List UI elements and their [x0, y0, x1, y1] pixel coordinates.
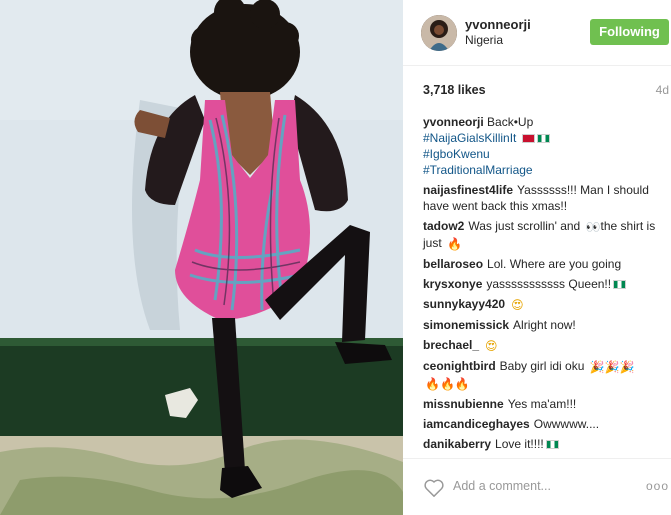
- comment-username[interactable]: sunnykayy420: [423, 297, 505, 311]
- comments-list: yvonneorji Back•Up #NaijaGialsKillinIt #…: [423, 114, 669, 456]
- caption: yvonneorji Back•Up #NaijaGialsKillinIt #…: [423, 114, 669, 178]
- comment-text: Yes ma'am!!!: [507, 397, 577, 411]
- comment-username[interactable]: danikaberry: [423, 437, 491, 451]
- comment-username[interactable]: simonemissick: [423, 318, 509, 332]
- comment-item: missnubienne Yes ma'am!!!: [423, 396, 669, 412]
- avatar[interactable]: [421, 15, 457, 51]
- header-username[interactable]: yvonneorji: [465, 17, 531, 32]
- heart-outline-icon[interactable]: [423, 478, 445, 498]
- heart-eyes-icon: 😍: [511, 298, 524, 312]
- comment-item: simonemissick Alright now!: [423, 317, 669, 333]
- avatar-image: [421, 15, 457, 51]
- nigeria-flag-icon: [613, 280, 627, 289]
- photo-illustration: [0, 0, 403, 515]
- caption-text: Back•Up: [487, 115, 534, 129]
- comment-item: iamcandiceghayes Owwwww....: [423, 416, 669, 432]
- comment-item: bellaroseo Lol. Where are you going: [423, 256, 669, 272]
- comment-username[interactable]: missnubienne: [423, 397, 504, 411]
- add-comment-input[interactable]: Add a comment...: [453, 479, 551, 493]
- comment-username[interactable]: brechael_: [423, 338, 479, 352]
- comment-item: danikaberry Love it!!!!: [423, 436, 669, 452]
- post-details-panel: yvonneorji Nigeria Following 3,718 likes…: [403, 0, 671, 515]
- comment-username[interactable]: iamcandiceghayes: [423, 417, 530, 431]
- hashtag-link[interactable]: #NaijaGialsKillinIt: [423, 130, 669, 146]
- comment-text: yasssssssssss Queen!!: [486, 277, 612, 291]
- post-footer: Add a comment... ooo: [403, 458, 671, 515]
- fire-icon: 🔥: [447, 237, 462, 251]
- comment-item: naijasfinest4life Yassssss!!! Man I shoul…: [423, 182, 669, 214]
- comment-item: brechael_ 😍: [423, 337, 669, 354]
- comment-item: krysxonye yasssssssssss Queen!!: [423, 276, 669, 292]
- post-header: yvonneorji Nigeria Following: [403, 0, 671, 66]
- comment-item: tadow2 Was just scrollin' and 👀the shirt …: [423, 218, 669, 252]
- nigeria-flag-icon: [536, 134, 550, 143]
- post-photo[interactable]: [0, 0, 403, 515]
- comment-username[interactable]: krysxonye: [423, 277, 482, 291]
- eyes-icon: 👀: [585, 220, 601, 234]
- comment-text: Was just scrollin' and: [468, 219, 581, 233]
- header-location[interactable]: Nigeria: [465, 33, 503, 47]
- likes-count[interactable]: 3,718 likes: [423, 83, 486, 97]
- comment-text: Alright now!: [513, 318, 576, 332]
- comment-username[interactable]: tadow2: [423, 219, 464, 233]
- more-options-icon[interactable]: ooo: [646, 479, 669, 493]
- caption-username[interactable]: yvonneorji: [423, 115, 484, 129]
- comment-text: Love it!!!!: [495, 437, 544, 451]
- comment-text: Baby girl idi oku: [499, 359, 585, 373]
- fire-icon: 🔥🔥🔥: [425, 377, 470, 391]
- hashtag-link[interactable]: #IgboKwenu: [423, 146, 669, 162]
- comment-username[interactable]: ceonightbird: [423, 359, 496, 373]
- nigeria-flag-icon: [545, 440, 559, 449]
- comment-item: sunnykayy420 😍: [423, 296, 669, 313]
- heart-eyes-icon: 😍: [485, 339, 498, 353]
- post-age[interactable]: 4d: [656, 83, 669, 97]
- comment-text: Owwwww....: [533, 417, 600, 431]
- party-icon: 🎉🎉🎉: [589, 360, 635, 374]
- comment-username[interactable]: naijasfinest4life: [423, 183, 513, 197]
- comment-item: ceonightbird Baby girl idi oku 🎉🎉🎉 🔥🔥🔥: [423, 358, 669, 392]
- comment-username[interactable]: bellaroseo: [423, 257, 483, 271]
- likes-row: 3,718 likes 4d: [403, 66, 671, 112]
- hashtag-link[interactable]: #TraditionalMarriage: [423, 162, 669, 178]
- comment-text: Lol. Where are you going: [487, 257, 622, 271]
- uk-flag-icon: [521, 134, 535, 143]
- following-button[interactable]: Following: [590, 19, 669, 45]
